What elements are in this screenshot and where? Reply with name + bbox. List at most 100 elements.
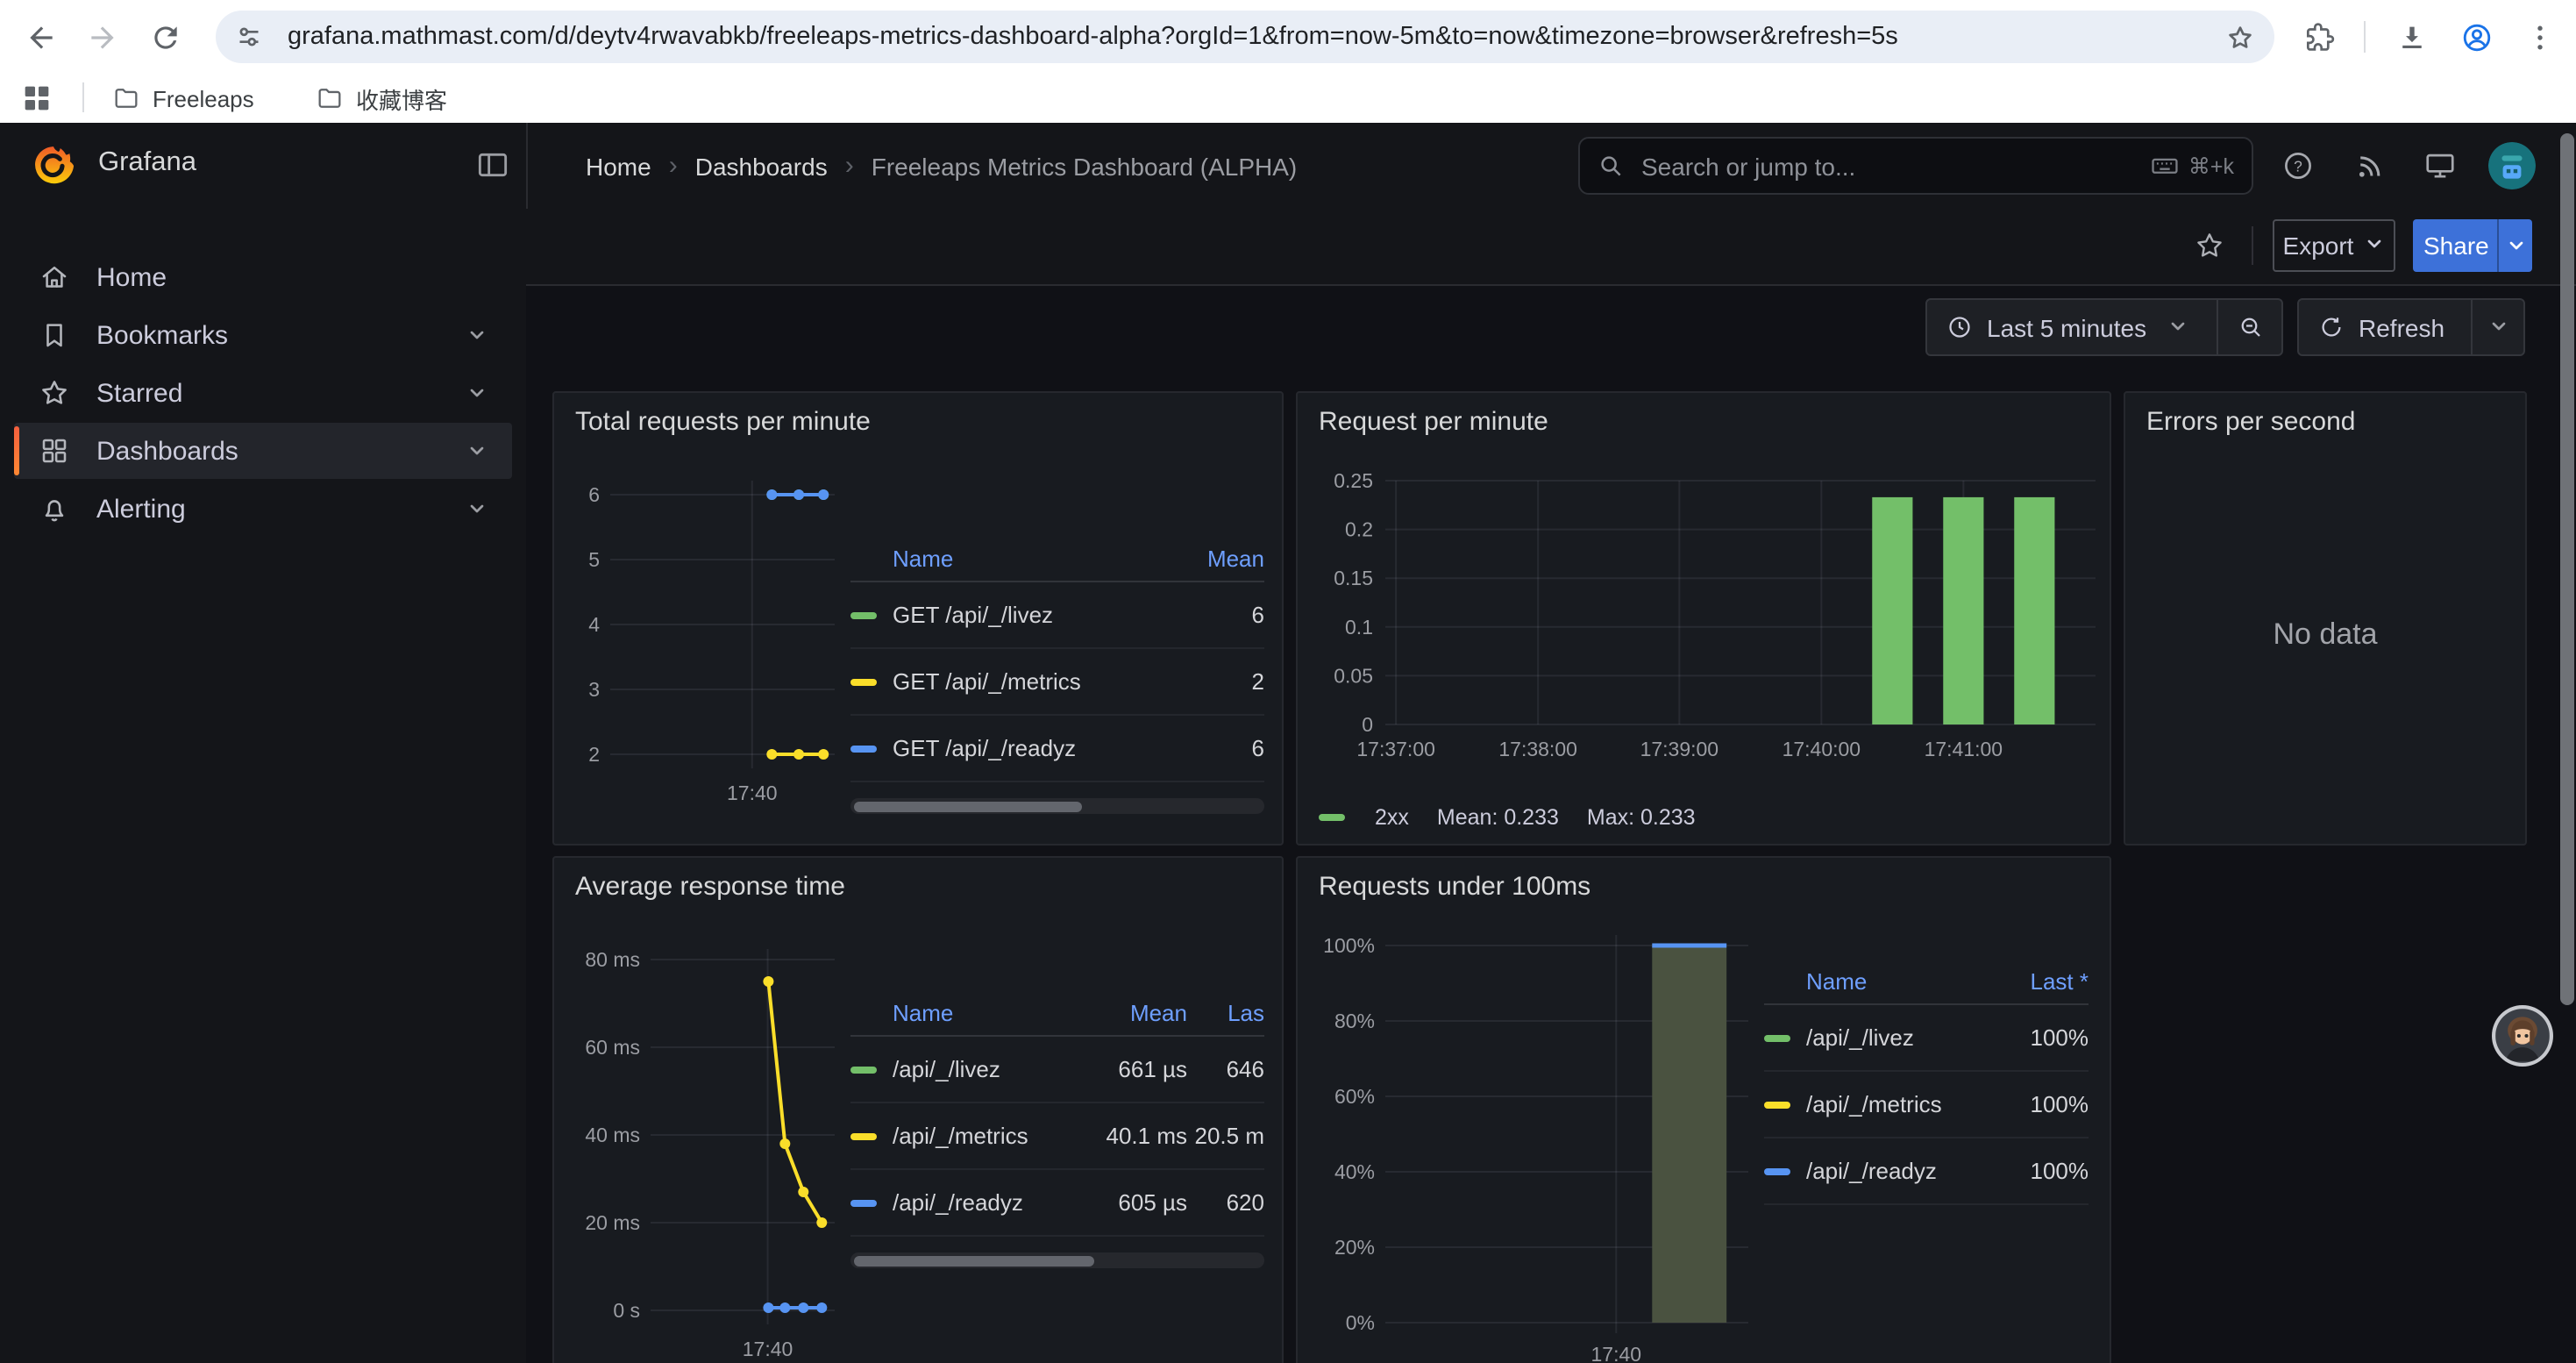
download-icon[interactable] xyxy=(2387,12,2436,61)
help-icon[interactable]: ? xyxy=(2273,140,2322,189)
total-requests-chart[interactable]: 6543217:40 xyxy=(565,470,854,821)
series-point xyxy=(763,976,773,987)
menu-icon[interactable] xyxy=(2515,12,2564,61)
chevron-down-icon[interactable] xyxy=(466,440,487,461)
legend-row[interactable]: /api/_/livez100% xyxy=(1764,1005,2089,1072)
legend-col-name[interactable]: Name xyxy=(850,1000,1068,1026)
site-settings-icon[interactable] xyxy=(233,21,265,53)
no-data-message: No data xyxy=(2125,617,2525,653)
series-point xyxy=(763,1302,773,1313)
legend-scrollbar[interactable] xyxy=(850,1252,1264,1268)
sidebar-toggle-icon[interactable] xyxy=(470,144,516,189)
divider xyxy=(82,82,84,112)
user-avatar[interactable] xyxy=(2488,142,2536,189)
url-text[interactable]: grafana.mathmast.com/d/deytv4rwavabkb/fr… xyxy=(288,23,2217,51)
avg-response-time-chart[interactable]: 80 ms60 ms40 ms20 ms0 s17:40 xyxy=(565,935,854,1363)
legend-item-2xx[interactable]: 2xx xyxy=(1319,805,1409,830)
refresh-interval-dropdown[interactable] xyxy=(2473,300,2523,354)
legend-col[interactable]: Mean xyxy=(1068,1000,1187,1026)
chevron-down-icon[interactable] xyxy=(466,325,487,346)
profile-icon[interactable] xyxy=(2451,12,2501,61)
legend-row[interactable]: /api/_/readyz605 µs620 xyxy=(850,1170,1264,1237)
series-value: 605 µs xyxy=(1068,1189,1187,1216)
search-field[interactable] xyxy=(1638,150,2150,182)
sidebar-item-label: Home xyxy=(96,262,512,292)
forward-icon[interactable] xyxy=(77,12,126,61)
panel-title[interactable]: Average response time xyxy=(575,872,845,902)
legend-col[interactable]: Last * xyxy=(1987,968,2089,995)
reload-icon[interactable] xyxy=(140,12,189,61)
legend-row[interactable]: GET /api/_/readyz6 xyxy=(850,716,1264,782)
assistant-avatar-widget[interactable] xyxy=(2492,1005,2553,1067)
chevron-down-icon[interactable] xyxy=(466,498,487,519)
search-input[interactable]: ⌘+k xyxy=(1578,137,2253,195)
bell-icon xyxy=(39,493,70,525)
breadcrumb-home[interactable]: Home xyxy=(586,152,651,180)
share-button[interactable]: Share xyxy=(2413,219,2497,272)
axis-tick-label: 20% xyxy=(1334,1236,1375,1259)
legend-scrollbar[interactable] xyxy=(850,798,1264,814)
axis-tick-label: 60% xyxy=(1334,1085,1375,1108)
series-value: 6 xyxy=(1191,602,1264,628)
sidebar-item-dashboards[interactable]: Dashboards xyxy=(14,423,512,479)
legend-row[interactable]: GET /api/_/livez6 xyxy=(850,582,1264,649)
monitor-icon[interactable] xyxy=(2415,140,2464,189)
panel-title[interactable]: Request per minute xyxy=(1319,407,1548,437)
series-value: 620 xyxy=(1187,1189,1264,1216)
series-color-pill xyxy=(850,611,877,618)
url-bar[interactable]: grafana.mathmast.com/d/deytv4rwavabkb/fr… xyxy=(216,11,2274,63)
panel-title[interactable]: Errors per second xyxy=(2146,407,2355,437)
grafana-logo-icon[interactable] xyxy=(32,144,75,188)
total-requests-legend: NameMean GET /api/_/livez6GET /api/_/metr… xyxy=(850,537,1264,814)
legend-row[interactable]: /api/_/livez661 µs646 xyxy=(850,1037,1264,1103)
favorite-star-icon[interactable] xyxy=(2187,223,2232,268)
legend-row[interactable]: /api/_/metrics100% xyxy=(1764,1072,2089,1138)
sidebar-item-bookmarks[interactable]: Bookmarks xyxy=(14,307,512,363)
bookmark-star-icon[interactable] xyxy=(2217,13,2264,61)
axis-tick-label: 0.1 xyxy=(1345,616,1373,639)
refresh-button[interactable]: Refresh xyxy=(2299,300,2471,354)
bookmark-folder-freeleaps[interactable]: Freeleaps xyxy=(98,77,268,119)
axis-tick-label: 20 ms xyxy=(585,1211,640,1234)
legend-col-name[interactable]: Name xyxy=(1764,968,1987,995)
request-per-minute-chart[interactable]: 0.250.20.150.10.05017:37:0017:38:0017:39… xyxy=(1312,463,2110,772)
sidebar-item-alerting[interactable]: Alerting xyxy=(14,481,512,537)
chevron-down-icon[interactable] xyxy=(466,382,487,403)
legend-col[interactable]: Mean xyxy=(1191,546,1264,572)
bookmark-label: Freeleaps xyxy=(153,85,254,111)
extensions-icon[interactable] xyxy=(2294,12,2343,61)
sidebar-item-label: Starred xyxy=(96,378,466,408)
series-value: 40.1 ms xyxy=(1068,1123,1187,1149)
zoom-out-button[interactable] xyxy=(2218,300,2281,354)
legend-header: NameLast * xyxy=(1764,960,2089,1005)
under-100ms-chart[interactable]: 100%80%60%40%20%0%17:40 xyxy=(1305,928,1761,1363)
home-icon xyxy=(39,261,70,293)
search-icon xyxy=(1598,153,1624,179)
series-value: 646 xyxy=(1187,1056,1264,1082)
back-icon[interactable] xyxy=(16,12,65,61)
sidebar-item-home[interactable]: Home xyxy=(14,249,512,305)
panel-title[interactable]: Requests under 100ms xyxy=(1319,872,1590,902)
legend-col[interactable]: Las xyxy=(1187,1000,1264,1026)
legend-row[interactable]: /api/_/metrics40.1 ms20.5 m xyxy=(850,1103,1264,1170)
legend-row[interactable]: GET /api/_/metrics2 xyxy=(850,649,1264,716)
legend-row[interactable]: /api/_/readyz100% xyxy=(1764,1138,2089,1205)
series-point xyxy=(818,749,829,760)
panel-title[interactable]: Total requests per minute xyxy=(575,407,871,437)
series-value: 100% xyxy=(1987,1091,2089,1117)
sidebar-item-starred[interactable]: Starred xyxy=(14,365,512,421)
avg-response-time-legend: NameMeanLas/api/_/livez661 µs646/api/_/m… xyxy=(850,991,1264,1268)
page-scrollbar[interactable] xyxy=(2560,133,2574,1005)
time-range-picker[interactable]: Last 5 minutes xyxy=(1927,300,2217,354)
series-point xyxy=(798,1187,808,1197)
export-button[interactable]: Export xyxy=(2273,219,2395,272)
apps-grid-icon[interactable] xyxy=(19,81,54,116)
breadcrumb-dashboards[interactable]: Dashboards xyxy=(695,152,828,180)
rss-icon[interactable] xyxy=(2345,140,2394,189)
bookmark-folder-blogs[interactable]: 收藏博客 xyxy=(302,77,461,119)
brand-name[interactable]: Grafana xyxy=(98,147,196,179)
series-name: /api/_/metrics xyxy=(850,1123,1068,1149)
legend-col-name[interactable]: Name xyxy=(850,546,1191,572)
series-value: 100% xyxy=(1987,1024,2089,1051)
share-dropdown-button[interactable] xyxy=(2497,219,2532,272)
